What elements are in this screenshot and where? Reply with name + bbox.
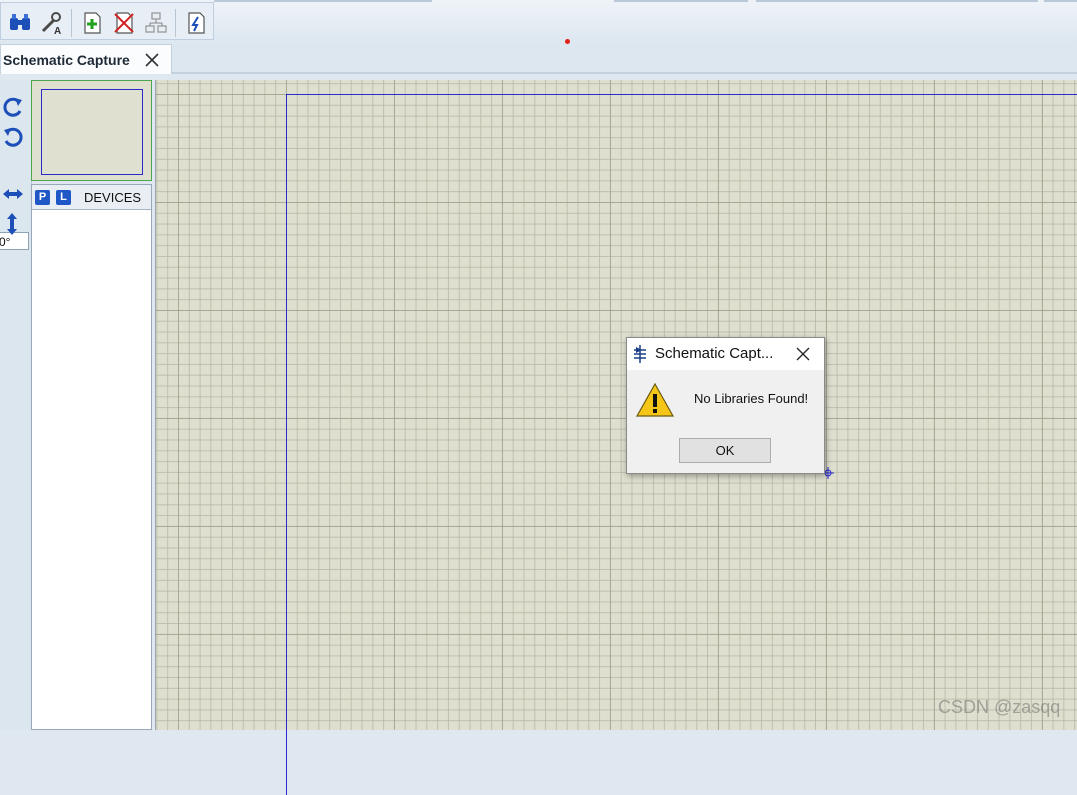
toolbar: A bbox=[0, 0, 1077, 45]
devices-title: DEVICES bbox=[84, 190, 142, 205]
svg-text:A: A bbox=[54, 26, 61, 36]
message-dialog: Schematic Capt... No Libraries Found! OK bbox=[626, 337, 825, 474]
warning-icon bbox=[635, 382, 675, 418]
close-icon[interactable] bbox=[795, 346, 811, 362]
tab-title: Schematic Capture bbox=[3, 52, 130, 68]
hierarchy-icon[interactable] bbox=[143, 10, 169, 36]
watermark: CSDN @zasqq bbox=[938, 697, 1061, 717]
devices-panel: P L DEVICES bbox=[31, 184, 152, 730]
pick-devices-button[interactable]: P bbox=[35, 190, 50, 205]
script-icon[interactable] bbox=[183, 10, 209, 36]
toolbar-divider bbox=[614, 0, 748, 2]
left-tool-strip: 0° bbox=[0, 80, 32, 730]
dialog-title: Schematic Capt... bbox=[655, 345, 774, 362]
schematic-app-icon bbox=[632, 345, 648, 363]
rotate-clockwise-icon[interactable] bbox=[0, 94, 26, 120]
tab-strip: Schematic Capture bbox=[0, 44, 1077, 74]
toolbar-divider bbox=[1044, 0, 1077, 2]
toolbar-separator bbox=[71, 9, 72, 37]
toolbar-divider bbox=[756, 0, 1038, 2]
toolbar-separator bbox=[175, 9, 176, 37]
tab-schematic-capture[interactable]: Schematic Capture bbox=[0, 44, 172, 74]
remove-sheet-icon[interactable] bbox=[111, 10, 137, 36]
rotate-anticlockwise-icon[interactable] bbox=[0, 124, 26, 150]
devices-header: P L DEVICES bbox=[32, 185, 151, 210]
ok-button[interactable]: OK bbox=[679, 438, 771, 463]
new-sheet-icon[interactable] bbox=[79, 10, 105, 36]
close-icon[interactable] bbox=[144, 52, 160, 68]
dialog-message: No Libraries Found! bbox=[694, 391, 809, 406]
toolbar-group: A bbox=[0, 2, 214, 40]
binoculars-icon[interactable] bbox=[7, 10, 33, 36]
flip-horizontal-icon[interactable] bbox=[0, 181, 26, 207]
flip-vertical-icon[interactable] bbox=[0, 211, 26, 237]
schematic-canvas[interactable] bbox=[155, 80, 1077, 795]
wrench-label-icon[interactable]: A bbox=[39, 10, 65, 36]
dialog-titlebar[interactable]: Schematic Capt... bbox=[627, 338, 824, 370]
overview-sheet-frame bbox=[41, 89, 143, 175]
toolbar-divider bbox=[214, 0, 432, 2]
library-manager-button[interactable]: L bbox=[56, 190, 71, 205]
overview-window[interactable] bbox=[31, 80, 152, 181]
